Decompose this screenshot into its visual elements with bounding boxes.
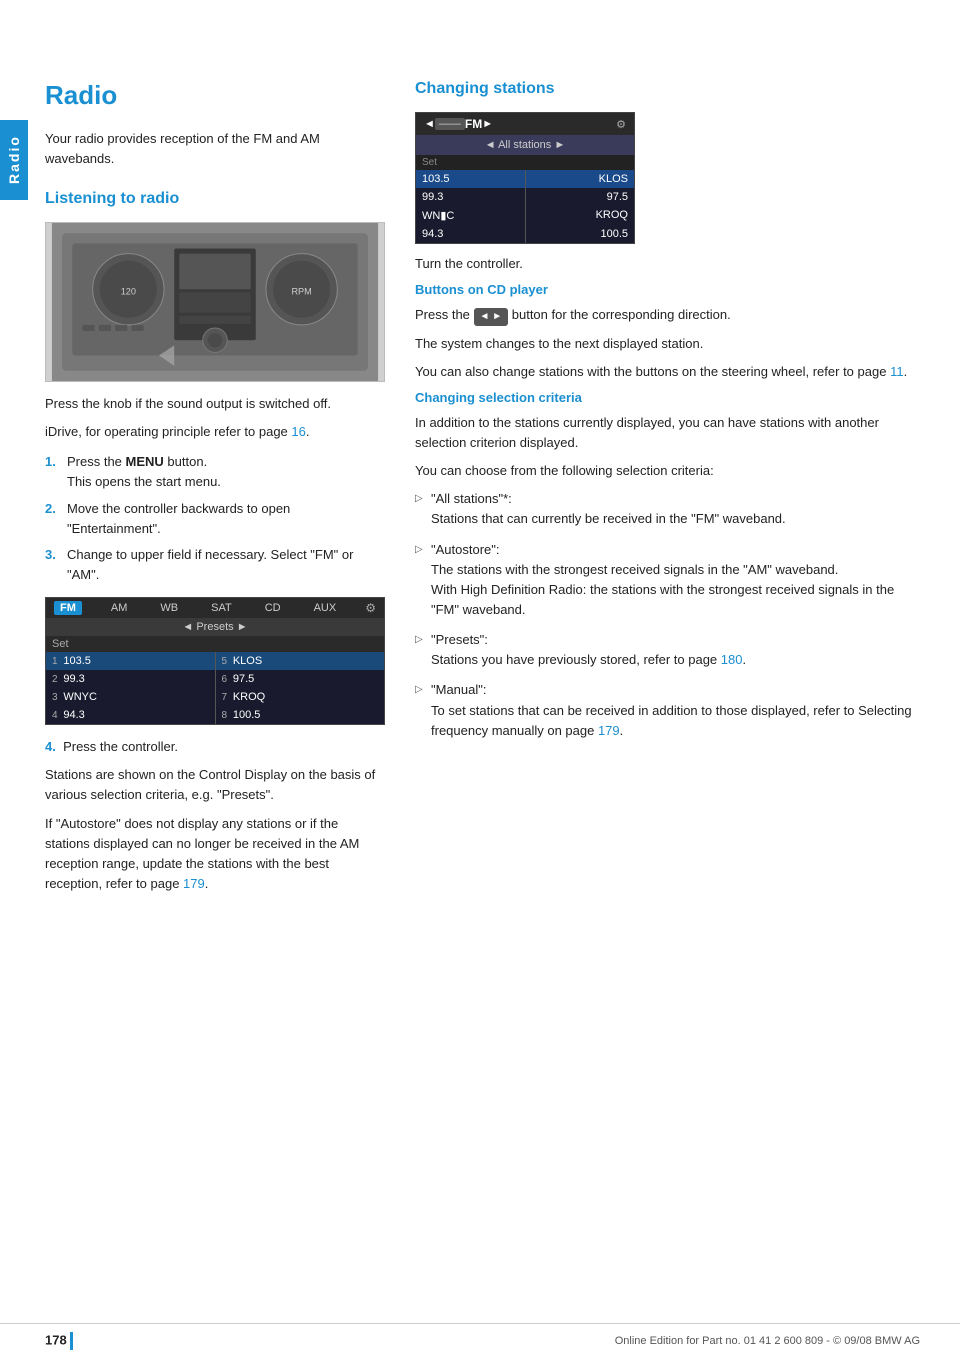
page-link-11[interactable]: 11 bbox=[890, 364, 904, 379]
intro-text: Your radio provides reception of the FM … bbox=[45, 129, 385, 168]
criteria-item-2: "Autostore": The stations with the stron… bbox=[415, 540, 920, 621]
changing-stations-title: Changing stations bbox=[415, 80, 920, 98]
stations-screen-header: ◄ —— FM ► ⚙ bbox=[416, 113, 634, 135]
page-footer: 178 Online Edition for Part no. 01 41 2 … bbox=[0, 1323, 960, 1358]
criteria-item-1: "All stations"*: Stations that can curre… bbox=[415, 489, 920, 529]
settings-icon: ⚙ bbox=[616, 118, 626, 131]
sat-tab: SAT bbox=[211, 602, 232, 614]
station-row-s1: 103.5 KLOS bbox=[416, 170, 634, 188]
svg-text:RPM: RPM bbox=[291, 286, 311, 296]
station-row-2: 2 99.3 6 97.5 bbox=[46, 670, 384, 688]
page-link-16[interactable]: 16 bbox=[291, 424, 305, 439]
main-content: Radio Your radio provides reception of t… bbox=[45, 0, 920, 1323]
body-text-4: If "Autostore" does not display any stat… bbox=[45, 814, 385, 895]
footer-divider bbox=[70, 1332, 73, 1350]
set-bar: Set bbox=[416, 155, 634, 170]
page-link-180[interactable]: 180 bbox=[721, 652, 743, 667]
set-row: Set bbox=[46, 636, 384, 652]
right-column: Changing stations ◄ —— FM ► ⚙ ◄ All stat… bbox=[415, 80, 920, 1323]
step-3: 3. Change to upper field if necessary. S… bbox=[45, 545, 385, 585]
wb-tab: WB bbox=[160, 602, 178, 614]
station-row-s4: 94.3 100.5 bbox=[416, 225, 634, 243]
body-text-1: Press the knob if the sound output is sw… bbox=[45, 394, 385, 414]
buttons-cd-title: Buttons on CD player bbox=[415, 282, 920, 297]
header-arrow-right: ► bbox=[482, 118, 493, 130]
station-row-3: 3 WNYC 7 KROQ bbox=[46, 688, 384, 706]
car-dashboard-image: 120 RPM bbox=[45, 222, 385, 382]
header-arrow-left: ◄ bbox=[424, 118, 435, 130]
fm-tab: FM bbox=[54, 601, 82, 615]
left-column: Radio Your radio provides reception of t… bbox=[45, 80, 385, 1323]
station-row-4: 4 94.3 8 100.5 bbox=[46, 706, 384, 724]
station-row-s3: WN▮C KROQ bbox=[416, 206, 634, 225]
aux-tab: AUX bbox=[314, 602, 337, 614]
presets-row: ◄ Presets ► bbox=[46, 618, 384, 636]
page-link-179-left[interactable]: 179 bbox=[183, 876, 205, 891]
cd-button-desc: Press the ◄ ► button for the correspondi… bbox=[415, 305, 920, 326]
am-tab: AM bbox=[111, 602, 128, 614]
station-row-1: 1 103.5 5 KLOS bbox=[46, 652, 384, 670]
body-text-3: Stations are shown on the Control Displa… bbox=[45, 765, 385, 805]
station-row-s2: 99.3 97.5 bbox=[416, 188, 634, 206]
criteria-desc-2: You can choose from the following select… bbox=[415, 461, 920, 481]
all-stations-row: ◄ All stations ► bbox=[416, 135, 634, 155]
step-1: 1. Press the MENU button.This opens the … bbox=[45, 452, 385, 492]
page-title: Radio bbox=[45, 80, 385, 111]
step-2: 2. Move the controller backwards to open… bbox=[45, 499, 385, 539]
steps-list: 1. Press the MENU button.This opens the … bbox=[45, 452, 385, 585]
side-tab: Radio bbox=[0, 120, 28, 200]
footer-text: Online Edition for Part no. 01 41 2 600 … bbox=[615, 1335, 920, 1347]
radio-screen-1: FM AM WB SAT CD AUX ⚙ ◄ Presets ► Set 1 … bbox=[45, 597, 385, 725]
page-number: 178 bbox=[45, 1332, 83, 1350]
body-text-2: iDrive, for operating principle refer to… bbox=[45, 422, 385, 442]
cd-desc-2: The system changes to the next displayed… bbox=[415, 334, 920, 354]
svg-text:120: 120 bbox=[121, 286, 136, 296]
listening-section-title: Listening to radio bbox=[45, 190, 385, 208]
changing-criteria-title: Changing selection criteria bbox=[415, 390, 920, 405]
criteria-list: "All stations"*: Stations that can curre… bbox=[415, 489, 920, 741]
page-container: Radio Radio Your radio provides receptio… bbox=[0, 0, 960, 1358]
criteria-item-3: "Presets": Stations you have previously … bbox=[415, 630, 920, 670]
cd-button-icon: ◄ ► bbox=[474, 308, 509, 326]
criteria-desc-1: In addition to the stations currently di… bbox=[415, 413, 920, 453]
fm-band-label: FM bbox=[465, 117, 482, 131]
cd-tab: CD bbox=[265, 602, 281, 614]
stations-screen: ◄ —— FM ► ⚙ ◄ All stations ► Set 103.5 K… bbox=[415, 112, 635, 244]
band-label: —— bbox=[435, 118, 465, 130]
radio-header-row: FM AM WB SAT CD AUX ⚙ bbox=[46, 598, 384, 618]
cd-desc-3: You can also change stations with the bu… bbox=[415, 362, 920, 382]
turn-controller-text: Turn the controller. bbox=[415, 254, 920, 274]
dashboard-svg: 120 RPM bbox=[46, 223, 384, 381]
step4: 4. Press the controller. bbox=[45, 737, 385, 757]
page-link-179-right[interactable]: 179 bbox=[598, 723, 620, 738]
criteria-item-4: "Manual": To set stations that can be re… bbox=[415, 680, 920, 740]
menu-icon: ⚙ bbox=[365, 601, 376, 615]
